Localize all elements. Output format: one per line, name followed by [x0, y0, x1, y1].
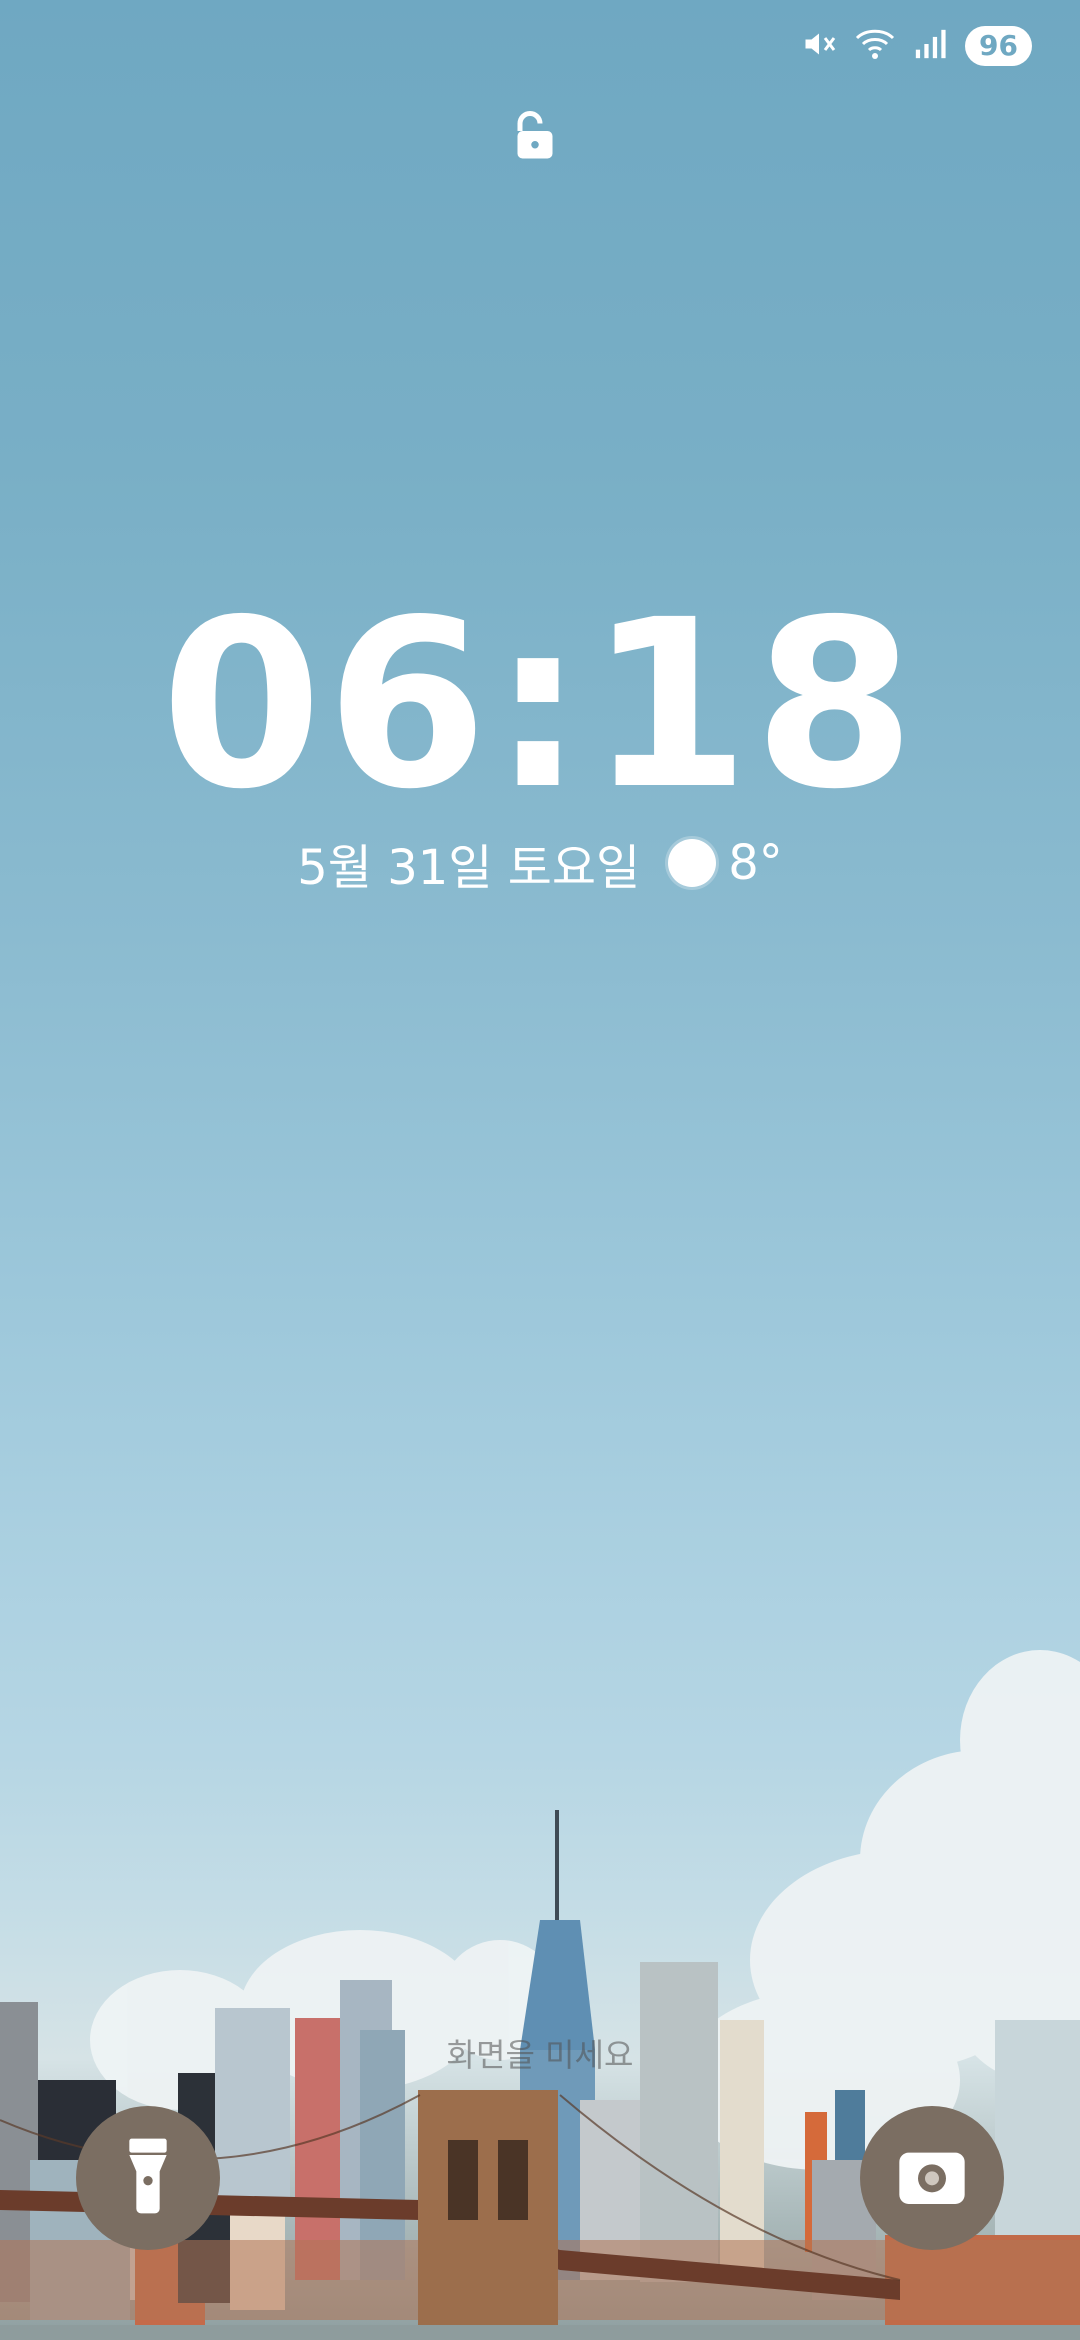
- battery-indicator: 96: [965, 26, 1032, 66]
- status-bar: 96: [0, 0, 1080, 100]
- temperature: 8°: [728, 835, 783, 891]
- signal-icon: [913, 27, 947, 65]
- camera-button[interactable]: [860, 2106, 1004, 2250]
- date-weather-row: 5월 31일 토요일 8°: [0, 828, 1080, 898]
- clock: 06:18: [160, 570, 920, 840]
- wifi-icon: [855, 26, 895, 66]
- date-label: 5월 31일 토요일: [297, 840, 641, 896]
- weather[interactable]: 8°: [668, 835, 783, 891]
- sun-icon: [668, 839, 717, 887]
- status-icons: 96: [801, 26, 1032, 66]
- mute-icon: [801, 26, 837, 66]
- unlocked-padlock-icon: [505, 106, 565, 166]
- flashlight-icon: [120, 2138, 176, 2218]
- flashlight-button[interactable]: [76, 2106, 220, 2250]
- camera-icon: [899, 2148, 965, 2208]
- swipe-hint: 화면을 미세요: [446, 2036, 634, 2074]
